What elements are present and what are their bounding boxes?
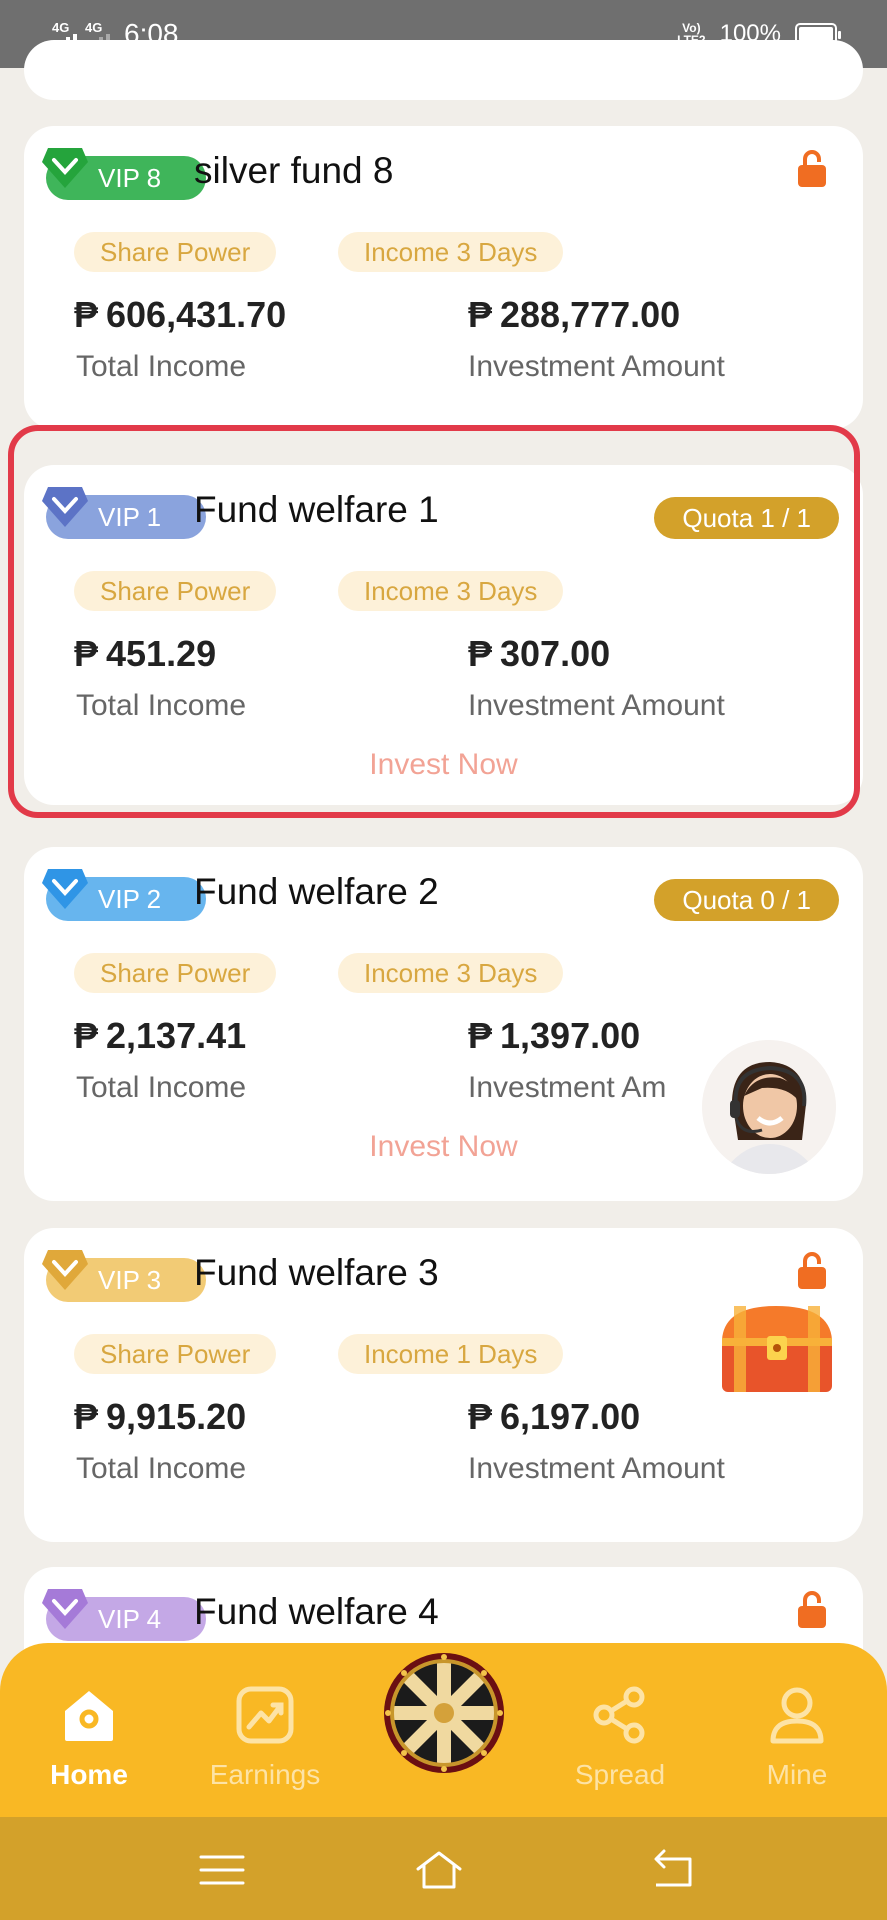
- diamond-icon: [42, 1589, 88, 1629]
- tag-income-days: Income 3 Days: [338, 953, 564, 993]
- investment-amount-label: Investment Amount: [468, 1452, 725, 1485]
- total-income-label: Total Income: [76, 350, 247, 383]
- vip-badge: VIP 3: [42, 1250, 206, 1302]
- fund-title: Fund welfare 2: [194, 871, 439, 912]
- total-income-label: Total Income: [76, 1071, 247, 1104]
- chart-icon: [236, 1686, 294, 1744]
- investment-amount-label: Investment Am: [468, 1071, 667, 1104]
- fund-title: Fund welfare 3: [194, 1252, 439, 1293]
- fund-title: silver fund 8: [194, 150, 394, 191]
- total-income-value: ₱ 9,915.20: [74, 1396, 247, 1437]
- tag-income-days: Income 1 Days: [338, 1334, 564, 1374]
- system-home-icon[interactable]: [414, 1847, 464, 1893]
- customer-service-icon[interactable]: [702, 1040, 836, 1174]
- nav-spread[interactable]: Spread: [545, 1643, 695, 1791]
- home-icon: [65, 1691, 113, 1741]
- investment-amount-value: ₱ 1,397.00: [468, 1015, 641, 1056]
- lock-icon: [798, 150, 826, 187]
- fund-title: Fund welfare 4: [194, 1591, 439, 1632]
- investment-amount-value: ₱ 6,197.00: [468, 1396, 641, 1437]
- vip-badge: VIP 2: [42, 869, 206, 921]
- nav-earnings[interactable]: Earnings: [190, 1643, 340, 1791]
- nav-mine[interactable]: Mine: [722, 1643, 872, 1791]
- user-icon: [770, 1687, 824, 1744]
- tag-share-power: Share Power: [74, 1334, 277, 1374]
- investment-amount-label: Investment Amount: [468, 350, 725, 383]
- previous-card: [24, 40, 863, 100]
- menu-icon[interactable]: [197, 1847, 247, 1893]
- bottom-navigation: Home Earnings Spread Mine: [0, 1643, 887, 1817]
- tag-income-days: Income 3 Days: [338, 232, 564, 272]
- total-income-label: Total Income: [76, 1452, 247, 1485]
- system-navigation-bar: [0, 1817, 887, 1920]
- nav-home[interactable]: Home: [14, 1643, 164, 1791]
- tag-share-power: Share Power: [74, 953, 277, 993]
- lock-icon: [798, 1591, 826, 1628]
- lock-icon: [798, 1252, 826, 1289]
- vip-badge: VIP 4: [42, 1589, 206, 1641]
- treasure-chest-icon[interactable]: [712, 1300, 842, 1400]
- selection-highlight: [8, 425, 860, 818]
- diamond-icon: [42, 1250, 88, 1290]
- diamond-icon: [42, 869, 88, 909]
- prize-wheel-icon[interactable]: [382, 1651, 506, 1775]
- total-income-value: ₱ 2,137.41: [74, 1015, 247, 1056]
- vip-badge: VIP 8: [42, 148, 206, 200]
- share-icon: [593, 1686, 645, 1744]
- investment-amount-value: ₱ 288,777.00: [468, 294, 681, 335]
- back-icon[interactable]: [648, 1847, 698, 1893]
- quota-badge: Quota 0 / 1: [654, 879, 839, 921]
- diamond-icon: [42, 148, 88, 188]
- tag-share-power: Share Power: [74, 232, 277, 272]
- fund-card-silver-8[interactable]: VIP 8 silver fund 8 Share Power Income 3…: [24, 126, 863, 429]
- total-income-value: ₱ 606,431.70: [74, 294, 287, 335]
